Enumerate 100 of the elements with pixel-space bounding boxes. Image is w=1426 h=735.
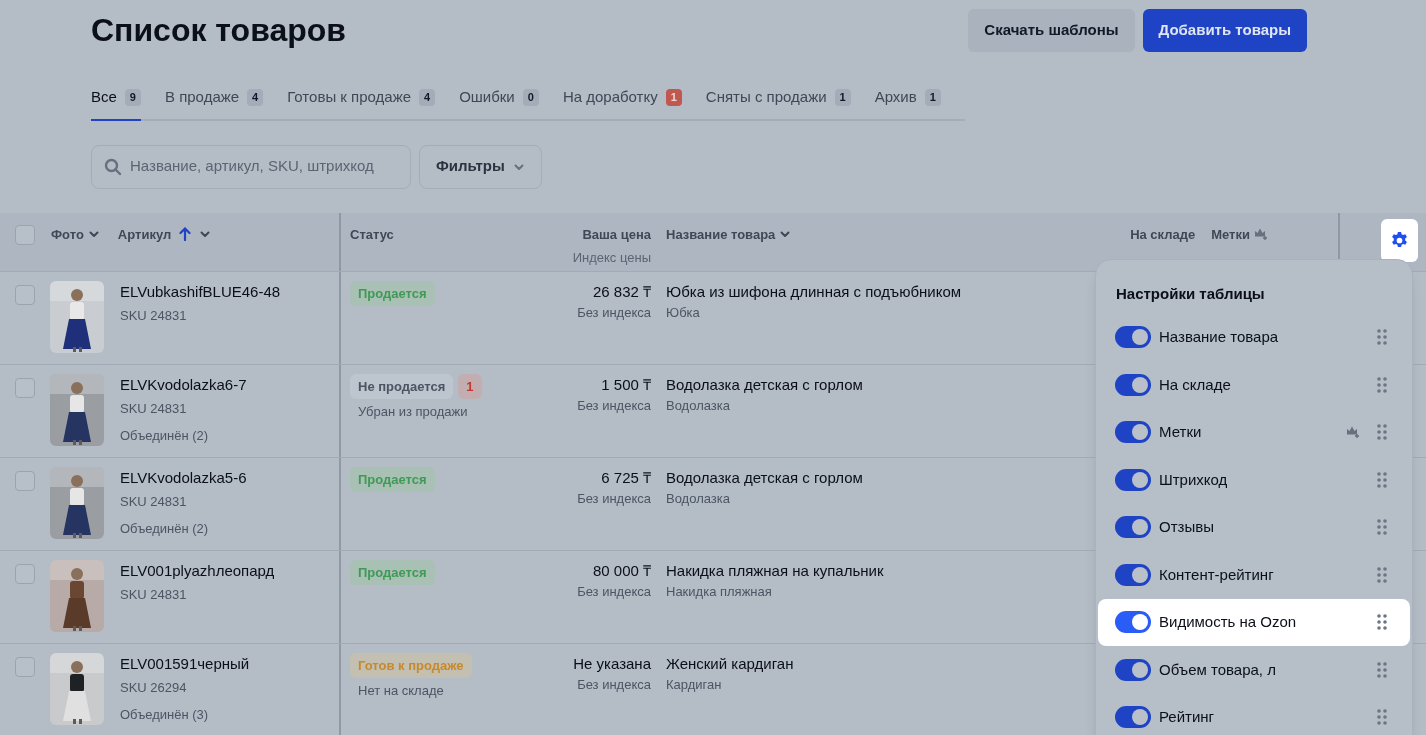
product-name: Водолазка детская с горлом <box>666 374 863 395</box>
checkbox[interactable] <box>15 656 35 677</box>
search-bar[interactable]: Название, артикул, SKU, штрихкод <box>91 144 411 189</box>
status-label: Не продается <box>350 373 454 399</box>
column-setting-row[interactable]: Штрихкод <box>1098 456 1410 504</box>
price-text: 80 000 ₸ <box>592 560 651 581</box>
count-badge: 1 <box>924 89 941 106</box>
column-header: Статус <box>350 225 394 244</box>
tab[interactable]: В продаже 4 <box>165 86 264 121</box>
download-templates-button[interactable]: Скачать шаблоны <box>968 8 1135 52</box>
toggle-switch[interactable] <box>1115 658 1151 681</box>
toggle-switch[interactable] <box>1115 421 1151 444</box>
setting-label: Отзывы <box>1159 517 1214 537</box>
column-header[interactable]: Название товара <box>666 224 792 244</box>
category-text: Водолазка <box>666 397 730 415</box>
status-note: Нет на складе <box>357 682 445 700</box>
price-index-text: Без индекса <box>577 490 651 508</box>
setting-label: Объем товара, л <box>1159 659 1276 680</box>
sku-text: SKU 24831 <box>120 586 188 604</box>
price-index-text: Без индекса <box>577 583 651 601</box>
drag-handle-icon[interactable] <box>1376 470 1388 489</box>
column-header[interactable]: Артикул <box>117 224 212 244</box>
toggle-switch[interactable] <box>1115 516 1151 539</box>
column-setting-row[interactable]: Рейтинг <box>1098 693 1410 735</box>
tab[interactable]: Сняты с продажи 1 <box>705 86 851 121</box>
setting-label: Видимость на Ozon <box>1159 612 1297 632</box>
sku-text: SKU 24831 <box>120 307 188 325</box>
column-setting-row[interactable]: Метки <box>1098 408 1410 456</box>
toggle-switch[interactable] <box>1115 611 1151 634</box>
column-setting-row[interactable]: Объем товара, л <box>1098 646 1410 694</box>
count-badge: 1 <box>665 89 682 106</box>
column-header: На складе <box>1130 225 1196 244</box>
price-text: 26 832 ₸ <box>592 281 651 302</box>
article-text: ELVKvodolazka5-6 <box>120 467 247 488</box>
setting-label: Название товара <box>1159 327 1279 347</box>
toggle-switch[interactable] <box>1115 706 1151 729</box>
drag-handle-icon[interactable] <box>1376 660 1388 679</box>
drag-handle-icon[interactable] <box>1376 518 1388 537</box>
arrow-up-icon <box>179 227 192 242</box>
status-label: Продается <box>350 559 435 585</box>
search-icon <box>104 157 122 176</box>
page-title: Список товаров <box>91 11 346 50</box>
checkbox[interactable] <box>15 284 35 305</box>
price-index-text: Без индекса <box>577 676 651 694</box>
tab[interactable]: Готовы к продаже 4 <box>287 86 436 121</box>
column-setting-row[interactable]: Отзывы <box>1098 503 1410 551</box>
settings-icon <box>1390 230 1409 250</box>
column-header: Ваша цена <box>582 225 651 244</box>
merged-text: Объединён (2) <box>120 519 210 538</box>
count-badge: 0 <box>522 89 539 106</box>
toggle-switch[interactable] <box>1115 468 1151 491</box>
drag-handle-icon[interactable] <box>1376 565 1388 584</box>
column-setting-row[interactable]: Видимость на Ozon <box>1098 598 1410 646</box>
setting-label: Контент-рейтинг <box>1159 564 1274 585</box>
price-text: Не указана <box>573 653 651 674</box>
panel-title: Настройки таблицы <box>1115 284 1266 304</box>
tab[interactable]: Архив 1 <box>874 86 941 121</box>
add-products-button[interactable]: Добавить товары <box>1142 8 1307 52</box>
article-text: ELV001591черный <box>120 653 250 674</box>
settings-button[interactable] <box>1381 218 1418 262</box>
merged-text: Объединён (3) <box>120 705 210 724</box>
checkbox[interactable] <box>15 377 35 398</box>
count-badge: 1 <box>458 373 482 399</box>
category-text: Юбка <box>666 304 700 322</box>
column-header: Метки <box>1211 224 1268 244</box>
drag-handle-icon[interactable] <box>1376 423 1388 442</box>
search-field[interactable]: Название, артикул, SKU, штрихкод <box>130 155 398 178</box>
price-text: 6 725 ₸ <box>601 467 651 488</box>
drag-handle-icon[interactable] <box>1376 328 1388 347</box>
count-badge: 1 <box>834 89 851 106</box>
toggle-switch[interactable] <box>1115 373 1151 396</box>
sku-text: SKU 26294 <box>120 679 188 697</box>
count-badge: 4 <box>247 89 264 106</box>
drag-handle-icon[interactable] <box>1376 613 1388 632</box>
product-name: Юбка из шифона длинная с подъюбником <box>666 281 962 302</box>
price-text: 1 500 ₸ <box>601 374 651 395</box>
checkbox[interactable] <box>15 470 35 491</box>
filters-button[interactable]: Фильтры <box>419 144 542 189</box>
status-note: Убран из продажи <box>357 403 469 421</box>
merged-text: Объединён (2) <box>120 426 210 445</box>
column-setting-row[interactable]: На складе <box>1098 361 1410 409</box>
tab[interactable]: Ошибки 0 <box>459 86 539 121</box>
tab[interactable]: На доработку 1 <box>562 86 682 121</box>
product-name: Накидка пляжная на купальник <box>666 560 884 581</box>
price-index-text: Без индекса <box>577 397 651 415</box>
drag-handle-icon[interactable] <box>1376 375 1388 394</box>
column-header[interactable]: Фото <box>51 224 100 244</box>
setting-label: Метки <box>1159 422 1202 442</box>
product-name: Водолазка детская с горлом <box>666 467 863 488</box>
checkbox[interactable] <box>15 563 35 584</box>
sku-text: SKU 24831 <box>120 400 188 418</box>
product-name: Женский кардиган <box>666 653 794 674</box>
toggle-switch[interactable] <box>1115 563 1151 586</box>
tab[interactable]: Все 9 <box>91 86 141 121</box>
article-text: ELV001plyazhлеопард <box>120 560 275 581</box>
column-setting-row[interactable]: Контент-рейтинг <box>1098 551 1410 599</box>
drag-handle-icon[interactable] <box>1376 708 1388 727</box>
toggle-switch[interactable] <box>1115 326 1151 349</box>
column-setting-row[interactable]: Название товара <box>1098 313 1410 361</box>
checkbox[interactable] <box>15 224 35 245</box>
